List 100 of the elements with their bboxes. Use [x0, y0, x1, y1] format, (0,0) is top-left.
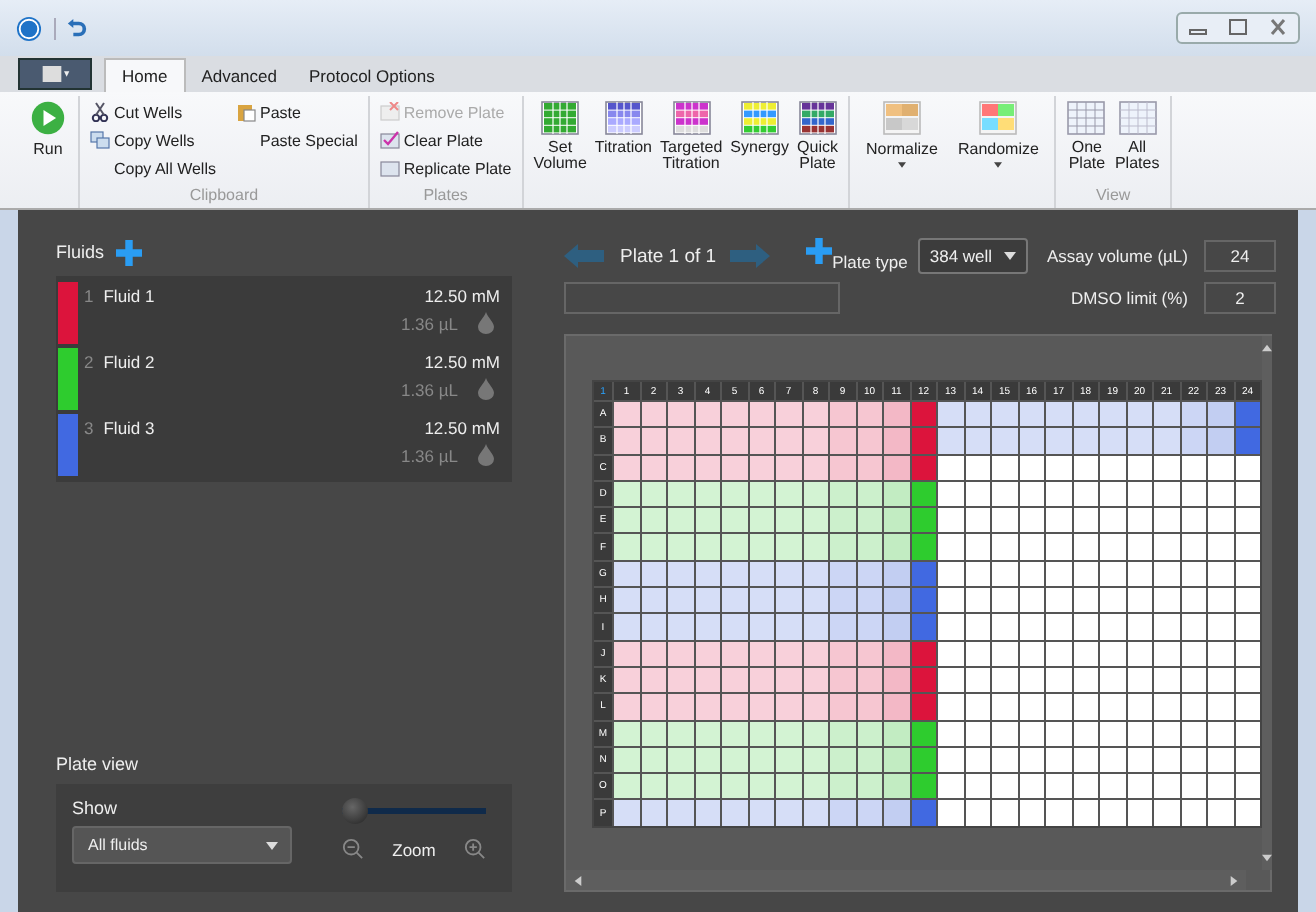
well[interactable] — [1154, 641, 1179, 666]
plate-command-button[interactable]: Replicate Plate — [379, 156, 512, 180]
well[interactable] — [722, 774, 747, 799]
well[interactable] — [992, 481, 1017, 507]
well[interactable] — [1046, 508, 1071, 533]
well[interactable] — [884, 588, 909, 613]
well[interactable] — [938, 481, 963, 507]
well[interactable] — [776, 588, 801, 613]
well[interactable] — [830, 641, 855, 666]
well[interactable] — [1019, 667, 1044, 693]
well[interactable] — [803, 402, 828, 427]
well[interactable] — [641, 721, 666, 746]
well[interactable] — [938, 774, 963, 799]
well[interactable] — [641, 402, 666, 427]
well[interactable] — [965, 588, 990, 613]
well[interactable] — [776, 747, 801, 773]
well[interactable] — [1019, 481, 1044, 507]
well[interactable] — [1235, 534, 1260, 560]
well[interactable] — [1127, 747, 1152, 773]
well[interactable] — [695, 641, 720, 666]
well[interactable] — [1181, 694, 1206, 720]
well[interactable] — [695, 614, 720, 640]
well[interactable] — [1181, 508, 1206, 533]
well[interactable] — [1127, 614, 1152, 640]
well[interactable] — [884, 747, 909, 773]
well[interactable] — [1154, 721, 1179, 746]
well[interactable] — [1073, 721, 1098, 746]
well[interactable] — [830, 747, 855, 773]
well[interactable] — [884, 455, 909, 480]
ribbon-tab[interactable]: Home — [104, 58, 186, 92]
well[interactable] — [1208, 508, 1233, 533]
well[interactable] — [695, 774, 720, 799]
well[interactable] — [722, 561, 747, 587]
well[interactable] — [965, 747, 990, 773]
well[interactable] — [1100, 455, 1125, 480]
well[interactable] — [614, 774, 639, 799]
well[interactable] — [1019, 402, 1044, 427]
well[interactable] — [749, 508, 774, 533]
scroll-up-icon[interactable] — [1262, 344, 1272, 352]
well[interactable] — [965, 481, 990, 507]
run-button[interactable]: Run — [28, 96, 68, 208]
well[interactable] — [1073, 534, 1098, 560]
well[interactable] — [1181, 481, 1206, 507]
well[interactable] — [722, 455, 747, 480]
cut-wells-button[interactable]: Cut Wells — [90, 100, 216, 124]
well[interactable] — [749, 455, 774, 480]
well[interactable] — [965, 455, 990, 480]
well[interactable] — [641, 614, 666, 640]
well[interactable] — [668, 747, 693, 773]
well[interactable] — [1019, 721, 1044, 746]
well[interactable] — [1127, 455, 1152, 480]
show-dropdown[interactable]: All fluids — [72, 826, 292, 864]
well[interactable] — [1235, 455, 1260, 480]
well[interactable] — [695, 721, 720, 746]
well[interactable] — [803, 588, 828, 613]
well[interactable] — [857, 667, 882, 693]
well[interactable] — [1100, 747, 1125, 773]
well[interactable] — [1208, 588, 1233, 613]
well[interactable] — [614, 481, 639, 507]
well[interactable] — [830, 508, 855, 533]
well[interactable] — [1127, 694, 1152, 720]
well[interactable] — [1181, 614, 1206, 640]
well[interactable] — [722, 508, 747, 533]
well[interactable] — [1100, 641, 1125, 666]
well[interactable] — [749, 721, 774, 746]
well[interactable] — [1235, 747, 1260, 773]
well[interactable] — [1073, 614, 1098, 640]
well[interactable] — [1235, 588, 1260, 613]
well[interactable] — [695, 508, 720, 533]
well[interactable] — [749, 588, 774, 613]
well[interactable] — [1127, 667, 1152, 693]
well[interactable] — [695, 747, 720, 773]
well[interactable] — [641, 694, 666, 720]
view-button[interactable]: All Plates — [1114, 96, 1160, 186]
well[interactable] — [857, 747, 882, 773]
well[interactable] — [803, 641, 828, 666]
well[interactable] — [938, 747, 963, 773]
well[interactable] — [1100, 561, 1125, 587]
well[interactable] — [1073, 774, 1098, 799]
well[interactable] — [1046, 455, 1071, 480]
well[interactable] — [1235, 641, 1260, 666]
well[interactable] — [1208, 667, 1233, 693]
well[interactable] — [1046, 667, 1071, 693]
add-plate-icon[interactable] — [806, 237, 833, 263]
ribbon-tab[interactable]: Advanced — [185, 60, 293, 92]
well[interactable] — [857, 508, 882, 533]
well[interactable] — [911, 508, 936, 533]
well[interactable] — [722, 481, 747, 507]
well[interactable] — [965, 800, 990, 826]
well[interactable] — [776, 455, 801, 480]
well[interactable] — [965, 534, 990, 560]
well[interactable] — [1046, 402, 1071, 427]
well[interactable] — [1046, 561, 1071, 587]
well[interactable] — [1235, 774, 1260, 799]
well[interactable] — [965, 561, 990, 587]
well[interactable] — [1019, 588, 1044, 613]
well[interactable] — [668, 402, 693, 427]
scroll-right-icon[interactable] — [1230, 875, 1238, 885]
well[interactable] — [992, 455, 1017, 480]
well[interactable] — [965, 428, 990, 454]
